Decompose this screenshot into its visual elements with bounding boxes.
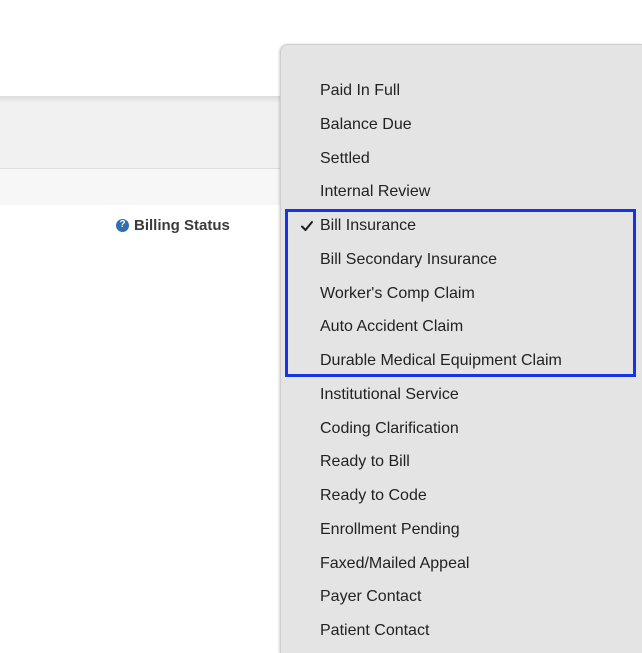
menu-item-label: Payer Contact xyxy=(320,588,422,606)
checkmark-icon xyxy=(299,218,315,234)
menu-item-label: Faxed/Mailed Appeal xyxy=(320,554,470,572)
form-section-band xyxy=(0,104,300,168)
menu-item[interactable]: Bill Secondary Insurance xyxy=(281,243,641,277)
menu-item[interactable]: Payer Contact xyxy=(281,580,641,614)
menu-item[interactable]: Institutional Service xyxy=(281,378,641,412)
menu-item-label: Settled xyxy=(320,149,370,167)
menu-item-label: Auto Accident Claim xyxy=(320,318,464,336)
menu-item[interactable]: Balance Due xyxy=(281,108,641,142)
menu-item-label: Worker's Comp Claim xyxy=(320,284,475,302)
menu-item-label: Balance Due xyxy=(320,115,412,133)
menu-item[interactable]: Faxed/Mailed Appeal xyxy=(281,547,641,581)
menu-item-label: Enrollment Pending xyxy=(320,520,460,538)
menu-item[interactable]: Auto Accident Claim xyxy=(281,310,641,344)
menu-item[interactable]: Ready to Code xyxy=(281,479,641,513)
menu-item[interactable]: Enrollment Pending xyxy=(281,513,641,547)
menu-item-label: Patient Contact xyxy=(320,622,430,639)
menu-item-label: Durable Medical Equipment Claim xyxy=(320,352,562,369)
menu-item[interactable]: Patient Contact xyxy=(281,614,641,648)
menu-item-label: Ready to Code xyxy=(320,487,427,504)
menu-item-label: Bill Insurance xyxy=(320,217,417,234)
question-circle-icon[interactable]: ? xyxy=(116,218,129,232)
form-header-shadow xyxy=(0,96,300,104)
menu-item-label: Paid In Full xyxy=(320,82,401,99)
menu-item[interactable]: Settled xyxy=(281,142,641,176)
billing-status-label-group: ? Billing Status xyxy=(116,214,230,236)
billing-status-dropdown-menu[interactable]: Paid In Full Balance Due Settled Internal R… xyxy=(280,44,642,653)
menu-item[interactable]: Durable Medical Equipment Claim xyxy=(281,344,641,378)
menu-item-label: Ready to Bill xyxy=(320,453,410,471)
menu-item[interactable]: Ready to Bill xyxy=(281,445,641,479)
menu-item[interactable]: Bill Insurance xyxy=(281,209,641,243)
menu-item[interactable]: Worker's Comp Claim xyxy=(281,277,641,311)
menu-item[interactable]: Internal Review xyxy=(281,175,641,209)
menu-item-label: Coding Clarification xyxy=(320,419,459,437)
page: ? Billing Status Paid In Full Balance Due… xyxy=(0,0,642,653)
menu-item[interactable]: Coding Clarification xyxy=(281,412,641,446)
billing-status-label: Billing Status xyxy=(134,216,230,234)
menu-item-label: Institutional Service xyxy=(320,385,459,403)
menu-item-label: Bill Secondary Insurance xyxy=(320,250,497,268)
menu-item-label: Internal Review xyxy=(320,183,431,201)
form-row-background xyxy=(0,169,300,205)
menu-item[interactable]: Paid In Full xyxy=(281,74,641,108)
